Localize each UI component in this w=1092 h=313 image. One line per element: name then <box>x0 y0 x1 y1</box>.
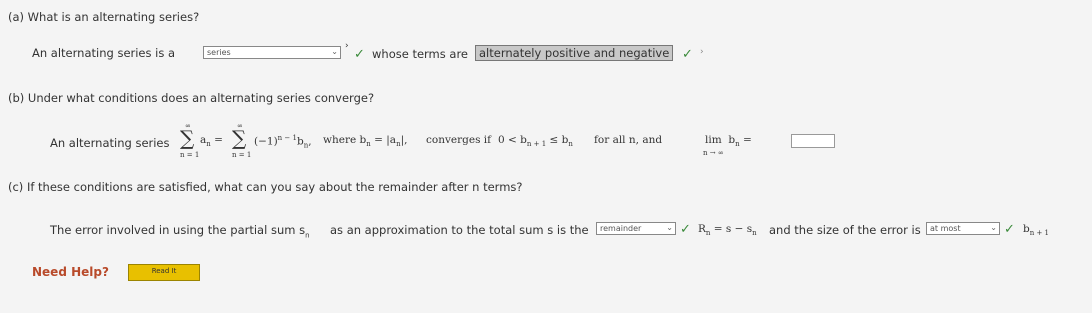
cursor-mark: › <box>700 47 704 57</box>
question-b: (b) Under what conditions does an altern… <box>8 91 375 105</box>
chevron-down-icon: ⌄ <box>331 47 338 56</box>
converges-text: converges if <box>426 134 492 146</box>
series-type-select[interactable]: series ⌄ <box>203 46 341 59</box>
part-c-sentence-mid: as an approximation to the total sum s i… <box>330 223 589 237</box>
bound-term: bn + 1 <box>1023 223 1050 238</box>
limit-answer-input[interactable] <box>791 134 835 148</box>
where-definition: where bn = |an|, <box>323 134 408 149</box>
need-help-label: Need Help? <box>32 265 109 279</box>
answer-alternating-signs[interactable]: alternately positive and negative <box>475 45 674 61</box>
chevron-down-icon: ⌄ <box>666 223 673 232</box>
error-bound-value: at most <box>930 224 961 233</box>
question-c: (c) If these conditions are satisfied, w… <box>8 180 523 194</box>
condition-inequality: 0 < bn + 1 ≤ bn <box>498 134 573 149</box>
part-a-sentence-start: An alternating series is a <box>32 46 176 60</box>
part-c-sentence-end: and the size of the error is <box>769 223 921 237</box>
chevron-down-icon: ⌄ <box>990 223 997 232</box>
cursor-icon: › <box>345 41 349 51</box>
check-icon: ✓ <box>1004 222 1015 237</box>
error-bound-select[interactable]: at most ⌄ <box>926 222 1000 235</box>
check-icon: ✓ <box>682 47 693 62</box>
series-type-value: series <box>207 48 231 57</box>
check-icon: ✓ <box>354 47 365 62</box>
part-a-sentence-mid: whose terms are <box>372 47 469 61</box>
question-a: (a) What is an alternating series? <box>8 10 200 24</box>
check-icon: ✓ <box>680 222 691 237</box>
remainder-formula: Rn = s − sn <box>698 223 757 238</box>
part-b-lead: An alternating series <box>50 136 170 150</box>
forall-text: for all n, and <box>594 134 663 146</box>
read-it-button[interactable]: Read It <box>128 264 200 281</box>
error-name-select[interactable]: remainder ⌄ <box>596 222 676 235</box>
part-c-sentence-start: The error involved in using the partial … <box>50 223 310 240</box>
error-name-value: remainder <box>600 224 642 233</box>
limit-expression: lim n → ∞ bn = <box>703 134 752 157</box>
